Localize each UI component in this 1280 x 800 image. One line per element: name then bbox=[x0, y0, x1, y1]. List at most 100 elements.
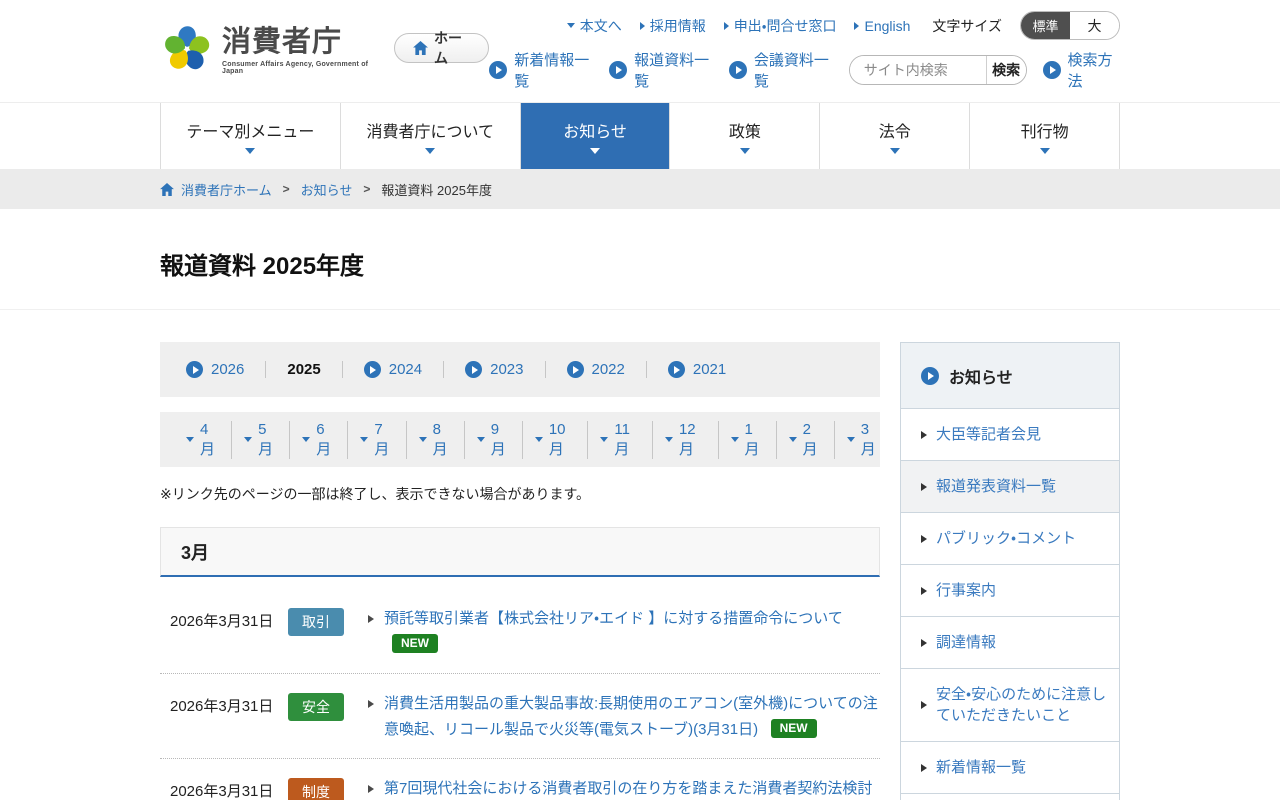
sidebar-item[interactable]: 大臣等記者会見 bbox=[901, 408, 1119, 460]
sidebar-item[interactable]: 行事案内 bbox=[901, 564, 1119, 616]
play-circle-icon bbox=[668, 361, 685, 378]
news-date: 2026年3月31日 bbox=[170, 691, 282, 716]
month-tab[interactable]: 1月 bbox=[718, 421, 764, 459]
nav-tab[interactable]: 法令 bbox=[820, 103, 970, 169]
year-label: 2025 bbox=[287, 361, 320, 378]
month-tab[interactable]: 3月 bbox=[834, 421, 880, 459]
nav-tab-label: 消費者庁について bbox=[366, 118, 494, 142]
category-badge: 制度 bbox=[288, 778, 344, 800]
arrow-right-icon bbox=[921, 535, 927, 543]
month-tab[interactable]: 6月 bbox=[289, 421, 335, 459]
search-button[interactable]: 検索 bbox=[986, 56, 1026, 84]
search-input[interactable] bbox=[850, 56, 986, 84]
sidebar-item-label: 大臣等記者会見 bbox=[936, 424, 1041, 445]
utility-link[interactable]: 申出・問合せ窓口 bbox=[724, 16, 837, 36]
breadcrumb-home-icon bbox=[160, 183, 174, 196]
news-link[interactable]: 第7回現代社会における消費者取引の在り方を踏まえた消費者契約法検討会ワーキンググ… bbox=[384, 780, 872, 800]
month-tab[interactable]: 7月 bbox=[347, 421, 393, 459]
nav-tab-label: 政策 bbox=[729, 118, 761, 142]
breadcrumb-section-link[interactable]: お知らせ bbox=[301, 180, 353, 199]
quicklink[interactable]: 新着情報一覧 bbox=[489, 49, 593, 91]
play-circle-icon bbox=[921, 367, 939, 385]
month-tab[interactable]: 9月 bbox=[464, 421, 510, 459]
sidebar-item-label: 安全・安心のために注意していただきたいこと bbox=[936, 684, 1107, 726]
month-label: 6月 bbox=[316, 421, 335, 459]
breadcrumb-separator: > bbox=[363, 182, 370, 196]
arrow-right-icon bbox=[921, 431, 927, 439]
quicklink-label: 会議資料一覧 bbox=[754, 49, 833, 91]
month-tab[interactable]: 12月 bbox=[652, 421, 706, 459]
sidebar-item[interactable]: 安全・安心のために注意していただきたいこと bbox=[901, 668, 1119, 741]
agency-logo-link[interactable]: 消費者庁 Consumer Affairs Agency, Government… bbox=[160, 20, 372, 83]
news-link[interactable]: 預託等取引業者【株式会社リア・エイド 】に対する措置命令について bbox=[384, 610, 843, 627]
breadcrumb-current: 報道資料 2025年度 bbox=[381, 180, 492, 199]
sidebar-item[interactable]: 報道発表資料一覧 bbox=[901, 460, 1119, 512]
utility-row: 本文へ 採用情報 申出・問合せ窓口 English 文字サイズ 標準 大 bbox=[567, 11, 1120, 40]
chevron-down-icon bbox=[731, 437, 739, 442]
chevron-down-icon bbox=[419, 437, 427, 442]
news-body: 預託等取引業者【株式会社リア・エイド 】に対する措置命令について NEW bbox=[368, 606, 880, 658]
month-tab[interactable]: 5月 bbox=[231, 421, 277, 459]
utility-link-label: 本文へ bbox=[580, 16, 622, 36]
news-date: 2026年3月31日 bbox=[170, 606, 282, 631]
chevron-down-icon bbox=[535, 437, 543, 442]
year-tab[interactable]: 2023 bbox=[443, 361, 523, 378]
arrow-right-icon bbox=[921, 483, 927, 491]
nav-tab[interactable]: 刊行物 bbox=[970, 103, 1120, 169]
arrow-right-icon bbox=[368, 615, 374, 623]
nav-tab[interactable]: テーマ別メニュー bbox=[161, 103, 341, 169]
main-nav: テーマ別メニュー 消費者庁について お知らせ 政策 法令 刊行物 bbox=[0, 103, 1280, 169]
nav-tab[interactable]: 消費者庁について bbox=[341, 103, 521, 169]
year-label: 2022 bbox=[592, 361, 625, 378]
nav-tab[interactable]: 政策 bbox=[670, 103, 820, 169]
arrow-right-icon bbox=[921, 587, 927, 595]
month-label: 2月 bbox=[803, 421, 822, 459]
arrow-right-icon bbox=[921, 639, 927, 647]
sidebar-header: お知らせ bbox=[901, 343, 1119, 408]
play-circle-icon bbox=[609, 61, 627, 79]
month-section-heading: 3月 bbox=[160, 527, 880, 577]
month-tab[interactable]: 10月 bbox=[522, 421, 576, 459]
sidebar-item[interactable]: パブリック・コメント bbox=[901, 512, 1119, 564]
arrow-right-icon bbox=[368, 785, 374, 793]
year-tab[interactable]: 2021 bbox=[646, 361, 726, 378]
font-size-large-button[interactable]: 大 bbox=[1070, 12, 1119, 39]
year-tab[interactable]: 2026 bbox=[186, 361, 244, 378]
chevron-down-icon bbox=[425, 148, 435, 154]
utility-link[interactable]: 本文へ bbox=[567, 16, 622, 36]
month-label: 10月 bbox=[549, 421, 576, 459]
home-icon bbox=[413, 41, 428, 55]
chevron-down-icon bbox=[360, 437, 368, 442]
month-tab[interactable]: 8月 bbox=[406, 421, 452, 459]
chevron-down-icon bbox=[600, 437, 608, 442]
search-help-link[interactable]: 検索方法 bbox=[1043, 49, 1120, 91]
font-size-standard-button[interactable]: 標準 bbox=[1021, 12, 1070, 39]
month-tab[interactable]: 2月 bbox=[776, 421, 822, 459]
chevron-down-icon bbox=[665, 437, 673, 442]
font-size-label: 文字サイズ bbox=[932, 16, 1002, 36]
year-tab[interactable]: 2024 bbox=[342, 361, 422, 378]
utility-link[interactable]: English bbox=[854, 18, 910, 34]
month-label: 7月 bbox=[374, 421, 393, 459]
month-tab[interactable]: 11月 bbox=[587, 421, 640, 459]
year-tab[interactable]: 2022 bbox=[545, 361, 625, 378]
nav-tab-label: テーマ別メニュー bbox=[186, 118, 314, 142]
utility-link[interactable]: 採用情報 bbox=[640, 16, 706, 36]
quicklink[interactable]: 報道資料一覧 bbox=[609, 49, 713, 91]
sidebar-item[interactable]: 調達情報 bbox=[901, 616, 1119, 668]
agency-pinwheel-logo-icon bbox=[160, 20, 214, 83]
nav-tab[interactable]: お知らせ bbox=[521, 103, 671, 169]
quicklink-label: 報道資料一覧 bbox=[634, 49, 713, 91]
category-badge: 安全 bbox=[288, 693, 344, 721]
breadcrumb-home-link[interactable]: 消費者庁ホーム bbox=[181, 180, 272, 199]
play-circle-icon bbox=[1043, 61, 1061, 79]
nav-tab-label: 法令 bbox=[879, 118, 911, 142]
home-button[interactable]: ホーム bbox=[394, 33, 489, 63]
arrow-right-icon bbox=[640, 22, 645, 30]
utility-link-label: 申出・問合せ窓口 bbox=[734, 16, 837, 36]
arrow-right-icon bbox=[921, 764, 927, 772]
sidebar-item[interactable]: 新着情報一覧 bbox=[901, 741, 1119, 793]
month-tab[interactable]: 4月 bbox=[186, 421, 219, 459]
chevron-down-icon bbox=[847, 437, 855, 442]
quicklink[interactable]: 会議資料一覧 bbox=[729, 49, 833, 91]
